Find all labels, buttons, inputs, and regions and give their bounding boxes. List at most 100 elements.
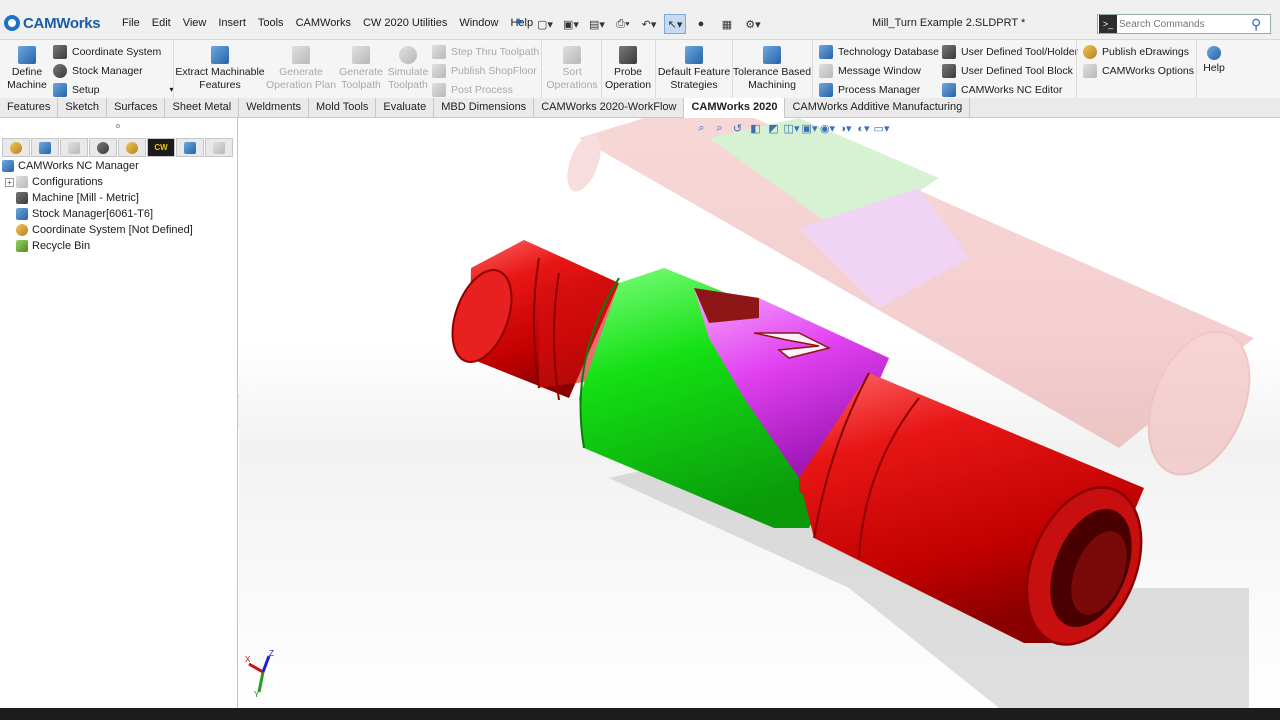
previous-view-icon[interactable]: ↺ <box>730 121 745 136</box>
process-manager-icon <box>819 82 833 97</box>
zoom-to-fit-icon[interactable]: ⌕ <box>694 121 709 136</box>
section-view-icon[interactable]: ◧ <box>748 121 763 136</box>
command-manager: Define Machine Coordinate System Stock M… <box>0 40 1280 98</box>
ribbon-divider <box>1076 40 1077 98</box>
tab-display-manager[interactable] <box>118 138 146 157</box>
display-style-icon[interactable]: ▣▾ <box>802 121 818 136</box>
apply-scene-icon[interactable]: ◐▾ <box>856 121 871 136</box>
generate-toolpath-button[interactable]: Generate Toolpath <box>338 42 384 92</box>
tab-camworks-operation-tree[interactable] <box>176 138 204 157</box>
tab-property-manager[interactable] <box>31 138 59 157</box>
simulate-toolpath-button[interactable]: Simulate Toolpath <box>386 42 430 92</box>
coordinate-system-button[interactable]: Coordinate System <box>53 42 173 61</box>
process-manager-button[interactable]: Process Manager <box>819 80 939 99</box>
tab-camworks-workflow[interactable]: CAMWorks 2020-WorkFlow <box>534 98 685 118</box>
tree-stock-manager[interactable]: Stock Manager[6061-T6] <box>2 206 193 222</box>
define-machine-button[interactable]: Define Machine <box>5 42 49 92</box>
open-icon[interactable]: ▣▾ <box>560 14 582 34</box>
tree-machine[interactable]: Machine [Mill - Metric] <box>2 190 193 206</box>
post-process-label: Post Process <box>451 83 513 96</box>
dynamic-annotation-icon[interactable]: ◩ <box>766 121 781 136</box>
tab-camworks-tool-tree[interactable] <box>205 138 233 157</box>
menu-cw-utilities[interactable]: CW 2020 Utilities <box>357 14 453 32</box>
menu-tools[interactable]: Tools <box>252 14 290 32</box>
pin-menu-icon[interactable]: ✦ <box>514 15 524 29</box>
file-properties-icon[interactable]: ▦ <box>716 14 738 34</box>
tab-feature-tree[interactable] <box>2 138 30 157</box>
tree-configurations[interactable]: + Configurations <box>2 174 193 190</box>
user-defined-tool-block-button[interactable]: User Defined Tool Block <box>942 61 1078 80</box>
post-process-button[interactable]: Post Process <box>432 80 539 99</box>
tab-camworks-2020[interactable]: CAMWorks 2020 <box>684 98 786 118</box>
menu-insert[interactable]: Insert <box>212 14 252 32</box>
stock-manager-button[interactable]: Stock Manager <box>53 61 173 80</box>
strategies-label: Default Feature Strategies <box>657 66 731 91</box>
select-cursor-icon[interactable]: ↖▾ <box>664 14 686 34</box>
tab-mold-tools[interactable]: Mold Tools <box>309 98 377 118</box>
tab-weldments[interactable]: Weldments <box>239 98 310 118</box>
status-bar-strip <box>0 708 1280 720</box>
zoom-to-area-icon[interactable]: ⌕ <box>712 121 727 136</box>
view-orientation-icon[interactable]: ◫▾ <box>784 121 800 136</box>
publish-shopfloor-button[interactable]: Publish ShopFloor <box>432 61 539 80</box>
message-window-button[interactable]: Message Window <box>819 61 939 80</box>
expand-icon[interactable]: + <box>5 177 14 187</box>
command-prompt-icon[interactable]: >_ <box>1099 15 1117 33</box>
options-gear-icon[interactable]: ⚙▾ <box>742 14 764 34</box>
menu-file[interactable]: File <box>116 14 146 32</box>
panel-grip-icon[interactable] <box>116 124 120 128</box>
step-thru-toolpath-button[interactable]: Step Thru Toolpath <box>432 42 539 61</box>
edrawings-icon <box>1083 44 1097 59</box>
machine-icon <box>16 192 28 204</box>
ribbon-divider <box>173 40 174 98</box>
coordinate-triad: X Y Z <box>245 649 274 698</box>
extract-machinable-features-button[interactable]: Extract Machinable Features <box>175 42 265 92</box>
new-document-icon[interactable]: ▢▾ <box>534 14 556 34</box>
tab-sketch[interactable]: Sketch <box>58 98 108 118</box>
part-model-view[interactable] <box>239 118 1280 708</box>
technology-database-button[interactable]: Technology Database <box>819 42 939 61</box>
probe-operation-button[interactable]: Probe Operation <box>603 42 653 92</box>
hide-show-items-icon[interactable]: ◉▾ <box>820 121 835 136</box>
generate-operation-plan-button[interactable]: Generate Operation Plan <box>266 42 336 92</box>
tree-coordinate-system[interactable]: Coordinate System [Not Defined] <box>2 222 193 238</box>
help-button[interactable]: Help <box>1200 42 1228 75</box>
tab-camworks-feature-tree[interactable]: CW <box>147 138 175 157</box>
camworks-logo[interactable]: CAMWorks <box>4 12 101 34</box>
tab-dimxpert[interactable] <box>89 138 117 157</box>
nc-editor-button[interactable]: CAMWorks NC Editor <box>942 80 1078 99</box>
publish-edrawings-button[interactable]: Publish eDrawings <box>1083 42 1194 61</box>
view-settings-icon[interactable]: ▭▾ <box>874 121 890 136</box>
menu-view[interactable]: View <box>177 14 213 32</box>
camworks-options-button[interactable]: CAMWorks Options <box>1083 61 1194 80</box>
user-defined-tool-holder-button[interactable]: User Defined Tool/Holder <box>942 42 1078 61</box>
edit-appearance-icon[interactable]: ◑▾ <box>838 121 853 136</box>
graphics-area[interactable]: ⌕ ⌕ ↺ ◧ ◩ ◫▾ ▣▾ ◉▾ ◑▾ ◐▾ ▭▾ X Y Z <box>239 118 1280 708</box>
tab-mbd-dimensions[interactable]: MBD Dimensions <box>434 98 535 118</box>
print-icon[interactable]: ⎙▾ <box>612 14 634 34</box>
tab-configuration-manager[interactable] <box>60 138 88 157</box>
tree-nc-manager[interactable]: CAMWorks NC Manager <box>2 158 193 174</box>
menu-camworks[interactable]: CAMWorks <box>290 14 357 32</box>
undo-icon[interactable]: ↶▾ <box>638 14 660 34</box>
database-icon <box>819 44 833 59</box>
tree-recycle-bin[interactable]: Recycle Bin <box>2 238 193 254</box>
menu-window[interactable]: Window <box>453 14 504 32</box>
tab-camworks-additive[interactable]: CAMWorks Additive Manufacturing <box>785 98 971 118</box>
tab-sheet-metal[interactable]: Sheet Metal <box>165 98 240 118</box>
menu-edit[interactable]: Edit <box>146 14 177 32</box>
search-icon[interactable]: ⚲ <box>1251 16 1261 33</box>
setup-button[interactable]: Setup ▾ <box>53 80 173 99</box>
save-icon[interactable]: ▤▾ <box>586 14 608 34</box>
tab-evaluate[interactable]: Evaluate <box>376 98 435 118</box>
tab-features[interactable]: Features <box>0 98 59 118</box>
triad-z-axis <box>261 655 271 673</box>
sort-operations-button[interactable]: Sort Operations <box>545 42 599 92</box>
triad-y-axis <box>257 671 265 693</box>
search-input[interactable] <box>1119 16 1249 32</box>
traffic-light-icon[interactable]: ● <box>690 14 712 34</box>
tolerance-based-machining-button[interactable]: Tolerance Based Machining <box>733 42 811 92</box>
default-feature-strategies-button[interactable]: Default Feature Strategies <box>657 42 731 92</box>
tab-surfaces[interactable]: Surfaces <box>107 98 166 118</box>
machine-icon <box>18 46 36 64</box>
